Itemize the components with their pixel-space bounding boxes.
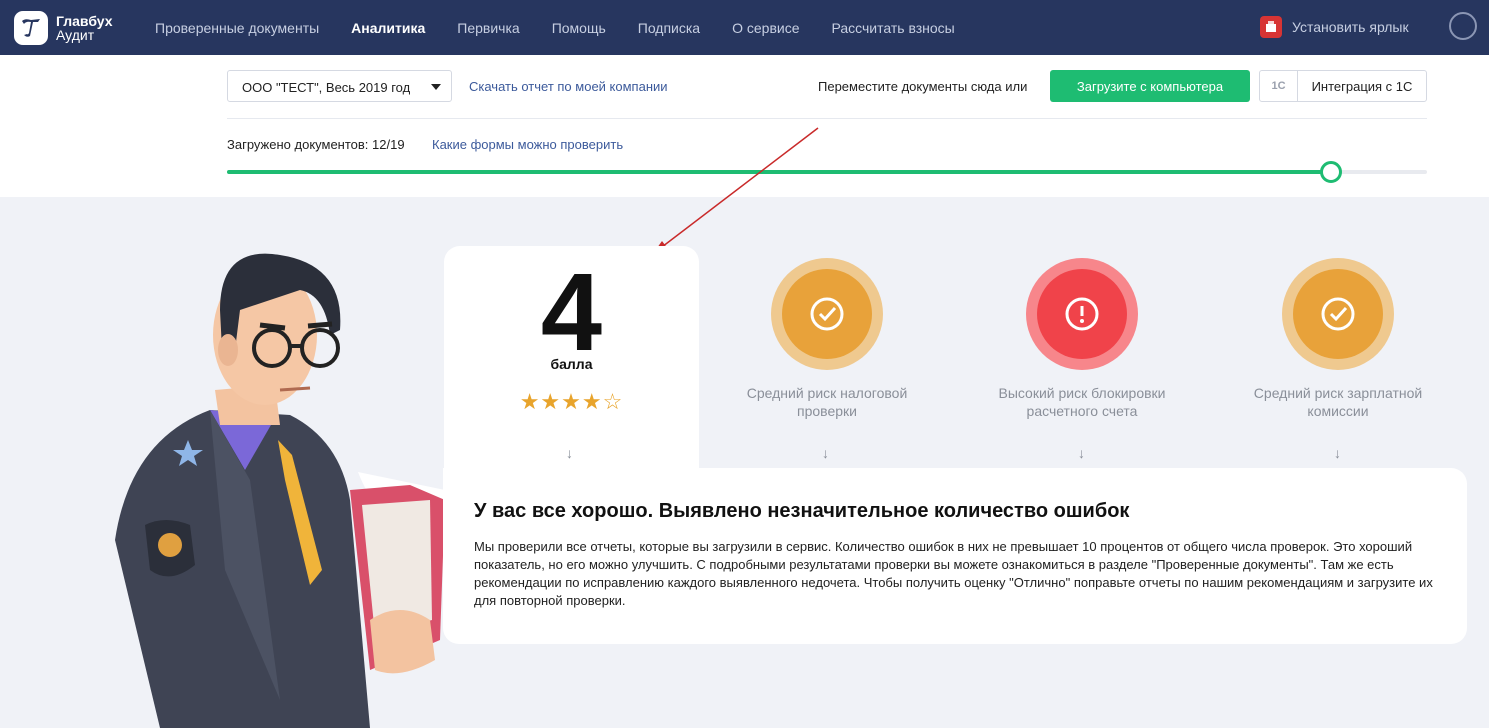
- nav-links: Проверенные документы Аналитика Первичка…: [155, 0, 987, 55]
- company-period-select[interactable]: ООО "ТЕСТ", Весь 2019 год: [227, 70, 452, 102]
- arrow-down-icon: ↓: [1078, 445, 1085, 461]
- arrow-down-icon: ↓: [566, 445, 573, 461]
- divider: [227, 118, 1427, 119]
- result-panel: У вас все хорошо. Выявлено незначительно…: [443, 468, 1467, 644]
- arrow-down-icon: ↓: [822, 445, 829, 461]
- risk-label: Высокий риск блокировки расчетного счета: [998, 385, 1166, 419]
- 1c-icon: 1С: [1260, 71, 1298, 101]
- which-forms-link[interactable]: Какие формы можно проверить: [432, 137, 623, 152]
- check-icon: [782, 269, 872, 359]
- risk-label: Средний риск зарплатной комиссии: [1253, 385, 1423, 419]
- download-report-link[interactable]: Скачать отчет по моей компании: [469, 79, 668, 94]
- logo[interactable]: Главбух Аудит: [14, 11, 113, 45]
- logo-title: Главбух: [56, 13, 113, 29]
- nav-primary[interactable]: Первичка: [457, 20, 519, 36]
- score-unit: балла: [550, 356, 593, 372]
- risk-ring: [1026, 258, 1138, 370]
- exclamation-icon: [1037, 269, 1127, 359]
- check-icon: [1293, 269, 1383, 359]
- result-title: У вас все хорошо. Выявлено незначительно…: [474, 500, 1130, 522]
- loaded-documents-counter: Загружено документов: 12/19: [227, 137, 405, 152]
- risk-label: Средний риск налоговой проверки: [746, 385, 908, 419]
- result-description: Мы проверили все отчеты, которые вы загр…: [474, 539, 1433, 608]
- upload-from-computer-button[interactable]: Загрузите с компьютера: [1050, 70, 1250, 102]
- integration-1c-label: Интеграция с 1С: [1311, 78, 1413, 94]
- shortcut-icon: [1260, 16, 1282, 38]
- nav-verified-docs[interactable]: Проверенные документы: [155, 20, 319, 36]
- nav-help[interactable]: Помощь: [552, 20, 606, 36]
- drop-zone-text: Переместите документы сюда или: [818, 79, 1028, 94]
- caret-down-icon: [431, 84, 441, 90]
- risk-account-blocking[interactable]: Высокий риск блокировки расчетного счета: [972, 258, 1192, 420]
- risk-ring: [771, 258, 883, 370]
- install-shortcut-label: Установить ярлык: [1292, 19, 1409, 35]
- score-value: 4: [540, 251, 603, 374]
- install-shortcut-button[interactable]: Установить ярлык: [1260, 16, 1409, 38]
- progress-knob[interactable]: [1320, 161, 1342, 183]
- risk-tax-inspection[interactable]: Средний риск налоговой проверки: [717, 258, 937, 420]
- rating-stars: ★★★★☆: [519, 389, 624, 414]
- nav-subscription[interactable]: Подписка: [638, 20, 700, 36]
- risk-ring: [1282, 258, 1394, 370]
- nav-about[interactable]: О сервисе: [732, 20, 799, 36]
- integration-1c-button[interactable]: 1С Интеграция с 1С: [1259, 70, 1427, 102]
- user-circle-icon[interactable]: [1449, 12, 1477, 40]
- nav-calc-contributions[interactable]: Рассчитать взносы: [832, 20, 955, 36]
- logo-icon: [14, 11, 48, 45]
- nav-analytics[interactable]: Аналитика: [351, 20, 425, 36]
- risk-salary-commission[interactable]: Средний риск зарплатной комиссии: [1228, 258, 1448, 420]
- top-navigation: Главбух Аудит Проверенные документы Анал…: [0, 0, 1489, 55]
- arrow-down-icon: ↓: [1334, 445, 1341, 461]
- inspector-illustration: [115, 253, 445, 728]
- logo-subtitle: Аудит: [56, 27, 95, 43]
- company-period-value: ООО "ТЕСТ", Весь 2019 год: [242, 80, 411, 95]
